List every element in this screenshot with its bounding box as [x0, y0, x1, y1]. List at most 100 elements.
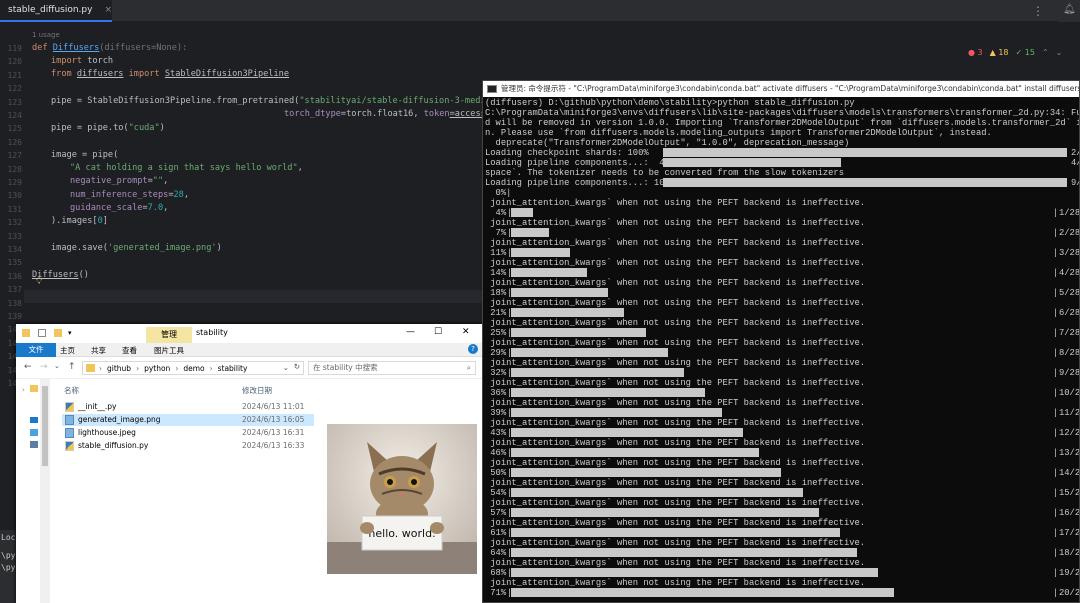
help-icon[interactable]: ? — [468, 344, 478, 354]
search-input[interactable]: 在 stability 中搜索 ⌕ — [308, 361, 476, 375]
step-count: 3/28 — [1059, 248, 1080, 258]
tab-home[interactable]: 主页 — [60, 345, 75, 356]
progress-bar — [663, 178, 1067, 187]
bar-separator: | — [1053, 208, 1059, 218]
bar-separator: | — [1053, 548, 1059, 558]
breadcrumb-github[interactable]: github — [107, 364, 131, 373]
step-count: 4/28 — [1059, 268, 1080, 278]
code-line-121: from diffusers import StableDiffusion3Pi… — [51, 69, 290, 79]
line-number: 127 — [7, 151, 22, 161]
bar-separator: | — [1053, 568, 1059, 578]
list-item[interactable]: lighthouse.jpeg 2024/6/13 16:31 — [62, 427, 314, 439]
nav-scrollbar-thumb[interactable] — [42, 386, 48, 466]
current-line-highlight — [24, 290, 484, 303]
step-progress-bar — [511, 368, 684, 377]
step-count: 13/28 — [1059, 448, 1080, 458]
step-count: 12/28 — [1059, 428, 1080, 438]
step-percent: 50% — [485, 468, 507, 478]
line-number: 125 — [7, 124, 22, 134]
console-line: d will be removed in version 1.0.0. Impo… — [485, 118, 1080, 128]
progress-bar — [663, 148, 1067, 157]
progress-bar — [663, 158, 841, 167]
list-item[interactable]: stable_diffusion.py 2024/6/13 16:33 — [62, 440, 314, 452]
step-percent: 64% — [485, 548, 507, 558]
usage-hint[interactable]: 1 usage — [32, 31, 60, 39]
tab-label: stable_diffusion.py — [8, 5, 93, 15]
navigation-pane[interactable]: › — [16, 379, 42, 603]
step-progress-bar — [511, 388, 705, 397]
notifications-icon[interactable]: 🔔︎ — [1063, 4, 1076, 16]
step-progress-bar-track — [511, 228, 1051, 237]
step-progress-bar — [511, 508, 819, 517]
this-pc-icon[interactable] — [30, 429, 38, 436]
path-fragment: \py — [1, 563, 16, 572]
code-line-132: guidance_scale=7.0, — [70, 203, 169, 213]
step-progress-bar — [511, 408, 722, 417]
python-file-icon — [65, 441, 74, 451]
console-output[interactable]: (diffusers) D:\github\python\demo\stabil… — [485, 98, 1080, 602]
more-options-icon[interactable]: ⋮ — [1032, 4, 1044, 18]
error-count[interactable]: ● 3 — [968, 48, 983, 57]
breadcrumb-demo[interactable]: demo — [183, 364, 204, 373]
quick-access-icon[interactable] — [30, 385, 38, 392]
tab-stable-diffusion[interactable]: stable_diffusion.py × — [0, 0, 112, 22]
tab-view[interactable]: 查看 — [122, 345, 137, 356]
warning-line: joint_attention_kwargs` when not using t… — [485, 398, 866, 408]
maximize-button[interactable]: ☐ — [434, 327, 442, 337]
quick-access-dropdown-icon[interactable]: ▾ — [68, 329, 76, 337]
column-header-date[interactable]: 修改日期 — [242, 385, 272, 396]
close-icon[interactable]: × — [104, 5, 112, 15]
close-button[interactable]: ✕ — [462, 327, 470, 337]
tab-share[interactable]: 共享 — [91, 345, 106, 356]
list-item[interactable]: __init__.py 2024/6/13 11:01 — [62, 401, 314, 413]
minimize-button[interactable]: — — [406, 327, 415, 337]
refresh-icon[interactable]: ↻ — [294, 362, 300, 371]
path-fragment: \py — [1, 551, 16, 560]
breadcrumb-stability[interactable]: stability — [218, 364, 248, 373]
explorer-titlebar: ▾ 管理 stability — ☐ ✕ — [16, 324, 482, 343]
warning-line: joint_attention_kwargs` when not using t… — [485, 358, 866, 368]
properties-icon[interactable] — [38, 329, 46, 337]
step-count: 20/28 — [1059, 588, 1080, 598]
chevron-up-icon[interactable]: ⌃ — [1042, 48, 1049, 57]
step-progress-bar — [511, 528, 840, 537]
column-header-name[interactable]: 名称 — [64, 385, 79, 396]
forward-arrow-icon[interactable]: → — [40, 362, 48, 372]
breadcrumb-separator-icon: › — [99, 363, 102, 373]
chevron-down-icon[interactable]: ⌄ — [1056, 48, 1063, 57]
bar-separator: | — [1053, 588, 1059, 598]
bar-separator: | — [1053, 468, 1059, 478]
inspection-widget[interactable]: ● 3 ▲ 18 ✓ 15 ⌃ ⌄ — [968, 48, 1062, 57]
tab-file[interactable]: 文件 — [16, 343, 56, 357]
back-arrow-icon[interactable]: ← — [24, 362, 32, 372]
progress-label: Loading pipeline components...: 100% — [485, 178, 676, 188]
bar-separator: | — [1053, 528, 1059, 538]
step-percent: 43% — [485, 428, 507, 438]
warning-line: joint_attention_kwargs` when not using t… — [485, 258, 866, 268]
expand-icon[interactable]: › — [22, 386, 25, 394]
new-folder-icon[interactable] — [54, 329, 62, 337]
step-progress-bar — [511, 228, 549, 237]
step-progress-bar — [511, 308, 624, 317]
line-number: 124 — [7, 111, 22, 120]
step-progress-bar — [511, 268, 587, 277]
breadcrumb-python[interactable]: python — [144, 364, 170, 373]
code-line-124: torch_dtype=torch.float16, token=access_… — [284, 109, 497, 119]
up-arrow-icon[interactable]: ↑ — [68, 362, 76, 372]
line-number: 133 — [7, 231, 22, 241]
code-line-123: pipe = StableDiffusion3Pipeline.from_pre… — [51, 96, 512, 106]
recent-dropdown-icon[interactable]: ⌄ — [54, 362, 60, 370]
ok-count[interactable]: ✓ 15 — [1016, 48, 1035, 57]
manage-context-tab[interactable]: 管理 — [146, 327, 192, 343]
image-file-icon — [65, 428, 74, 438]
tab-picture-tools[interactable]: 图片工具 — [154, 345, 184, 356]
step-count: 17/28 — [1059, 528, 1080, 538]
warning-line: joint_attention_kwargs` when not using t… — [485, 578, 866, 588]
address-bar[interactable]: › github › python › demo › stability ⌄ ↻ — [82, 361, 304, 375]
onedrive-icon[interactable] — [30, 417, 38, 423]
network-icon[interactable] — [30, 441, 38, 448]
list-item[interactable]: generated_image.png 2024/6/13 16:05 — [62, 414, 314, 426]
dropdown-icon[interactable]: ⌄ — [283, 363, 289, 372]
warning-count[interactable]: ▲ 18 — [990, 48, 1009, 57]
step-percent: 39% — [485, 408, 507, 418]
